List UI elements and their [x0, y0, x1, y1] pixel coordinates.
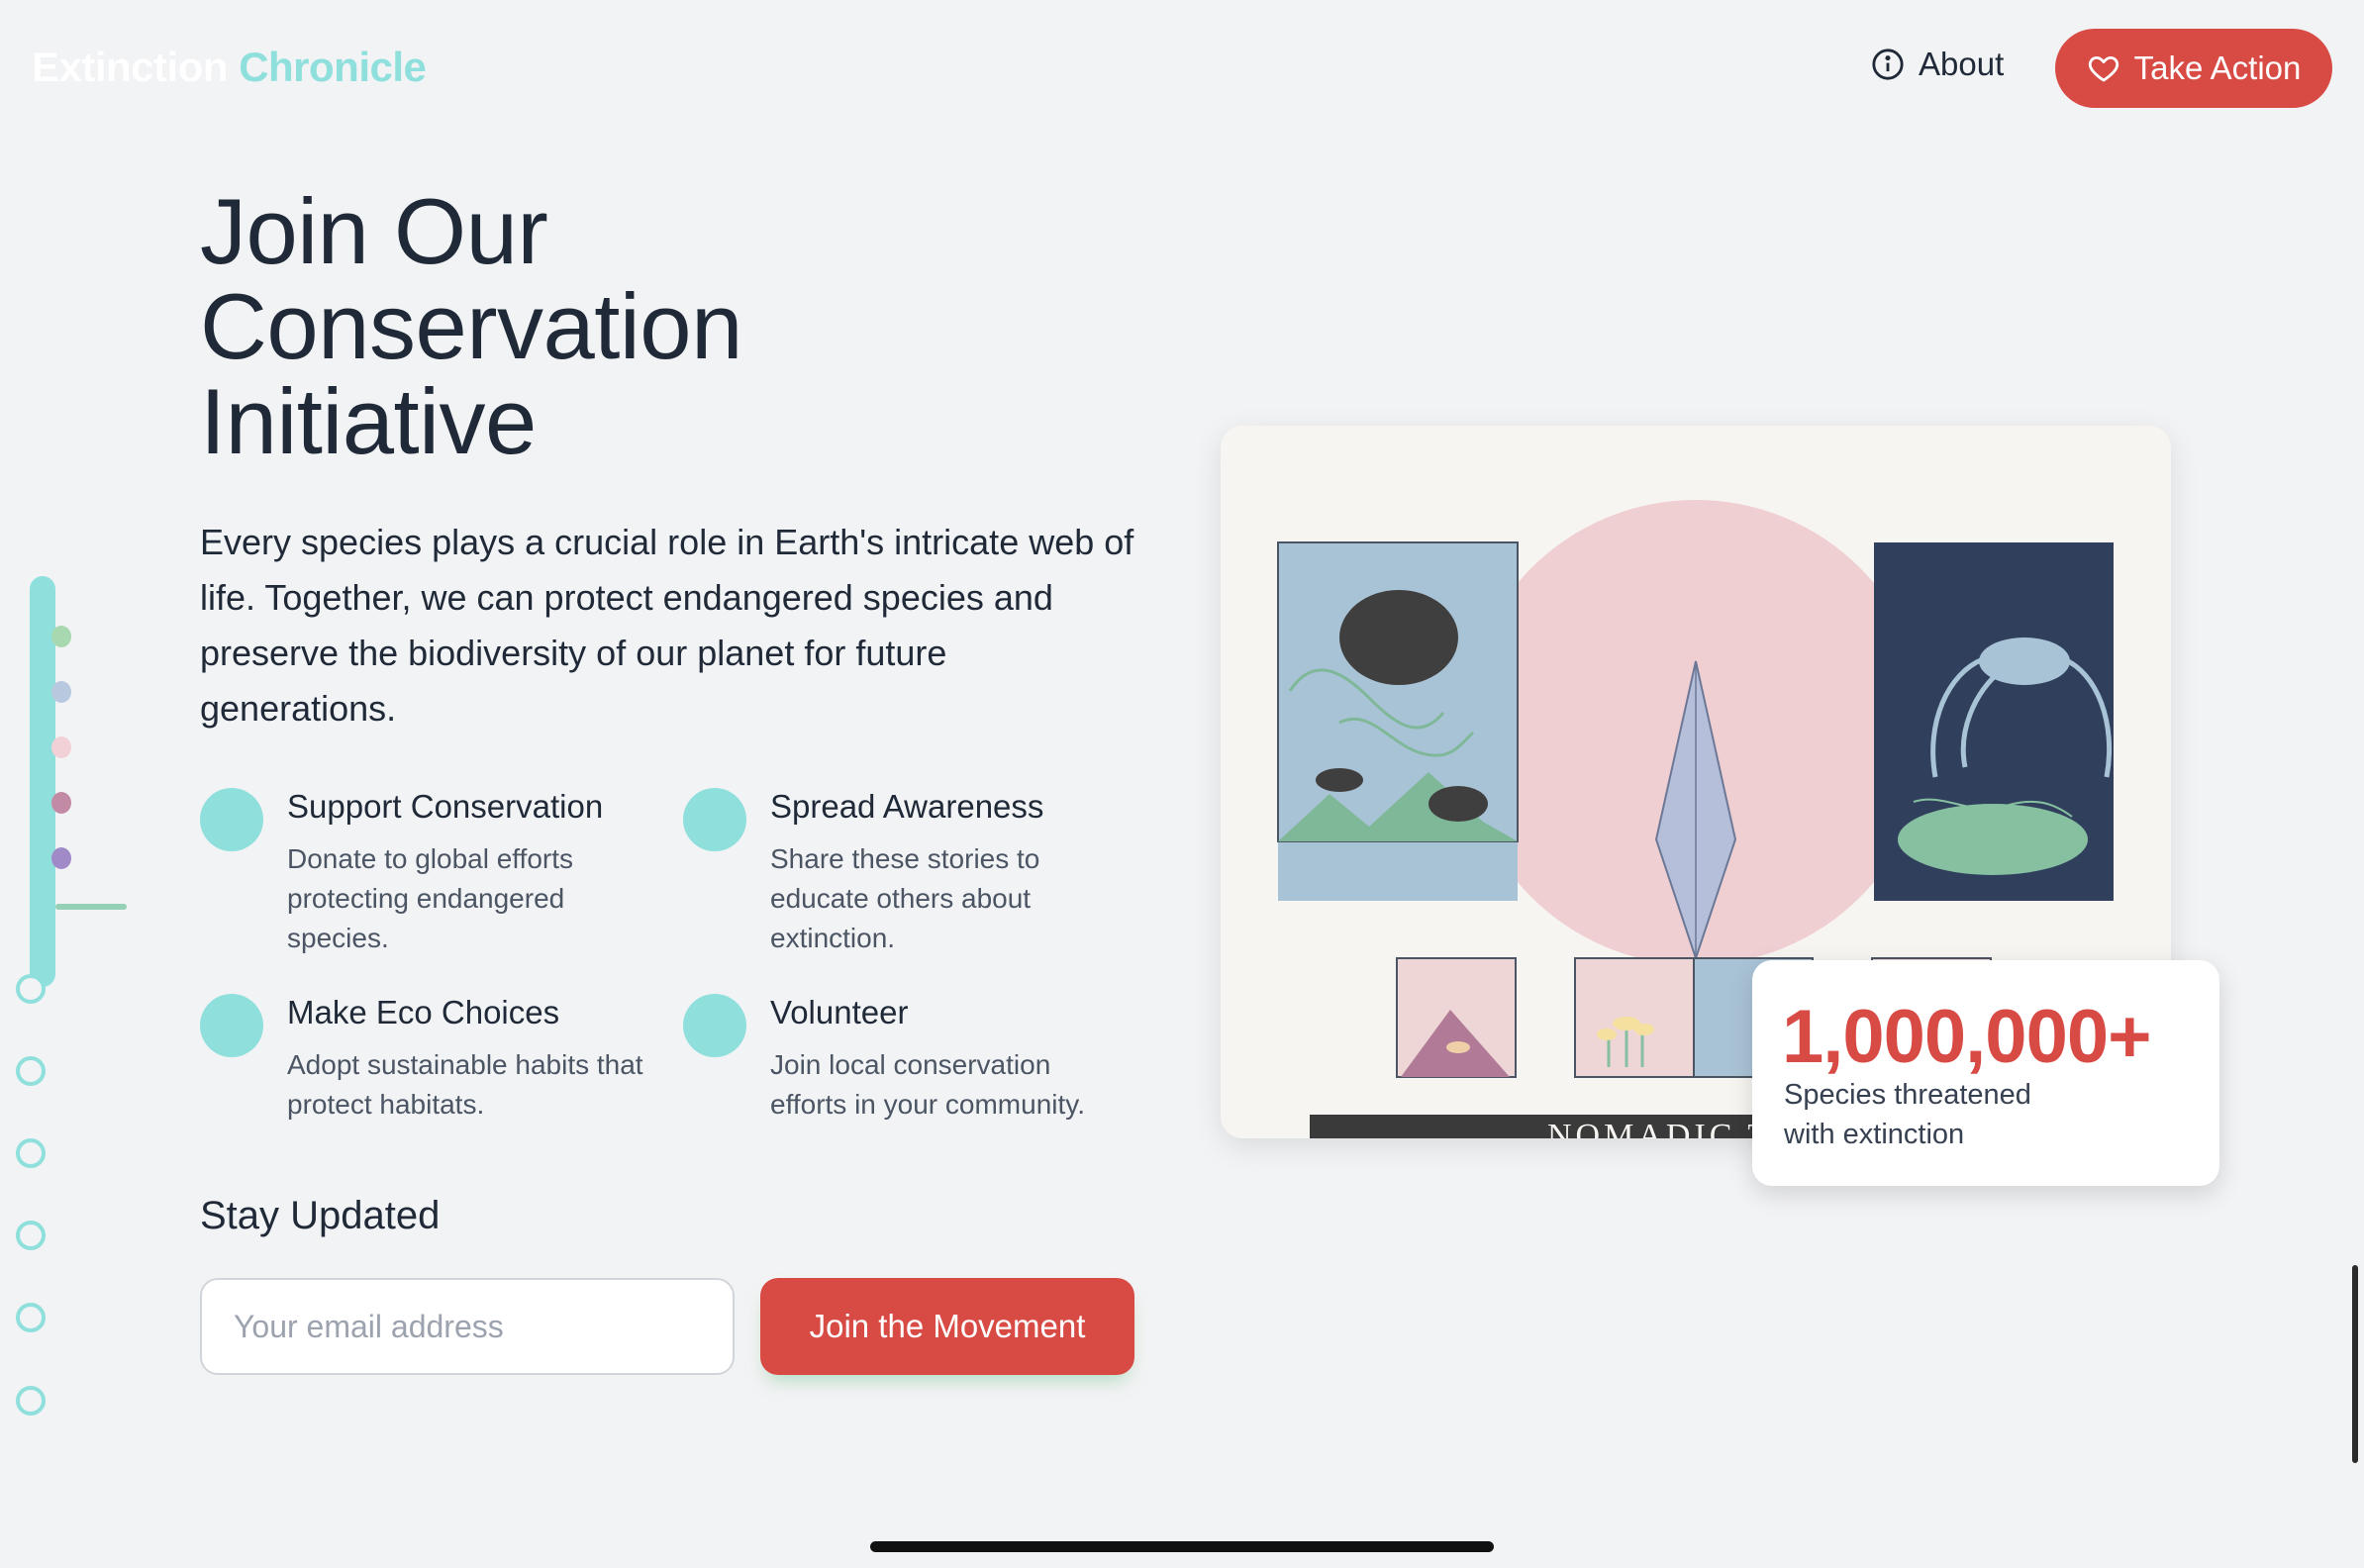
- timeline-marker: [51, 736, 71, 758]
- timeline-nav-dot[interactable]: [16, 974, 46, 1004]
- feature-title: Volunteer: [770, 994, 909, 1030]
- timeline-nav-dot[interactable]: [16, 1138, 46, 1168]
- logo-word-chronicle: Chronicle: [239, 44, 427, 90]
- stat-number: 1,000,000+: [1782, 995, 2151, 1079]
- logo[interactable]: Extinction Chronicle: [32, 44, 427, 91]
- timeline-marker: [51, 681, 71, 703]
- feature-bullet: [683, 994, 746, 1057]
- title-line: Initiative: [200, 369, 537, 473]
- stat-card: 1,000,000+ Species threatened with extin…: [1752, 960, 2219, 1186]
- timeline-nav-dot[interactable]: [16, 1303, 46, 1332]
- feature-title: Spread Awareness: [770, 788, 1044, 825]
- page-title: Join Our Conservation Initiative: [200, 184, 1091, 469]
- timeline-marker: [51, 792, 71, 814]
- timeline-nav-dot[interactable]: [16, 1386, 46, 1416]
- take-action-button[interactable]: Take Action: [2055, 29, 2332, 108]
- about-link[interactable]: About: [1871, 46, 2004, 83]
- artwork-caption: NOMADIC T: [1547, 1118, 1772, 1138]
- timeline-marker: [51, 847, 71, 869]
- join-movement-button[interactable]: Join the Movement: [760, 1278, 1134, 1375]
- logo-word-extinction: Extinction: [32, 44, 229, 90]
- feature-title: Make Eco Choices: [287, 994, 560, 1030]
- take-action-label: Take Action: [2133, 49, 2302, 86]
- feature-text: Share these stories to educate others ab…: [770, 843, 1040, 953]
- heart-icon: [2088, 55, 2118, 82]
- newsletter-heading: Stay Updated: [200, 1194, 441, 1237]
- feature-title: Support Conservation: [287, 788, 604, 825]
- feature-support-conservation: Support Conservation Donate to global ef…: [200, 788, 636, 966]
- feature-text: Join local conservation efforts in your …: [770, 1049, 1085, 1120]
- progress-tick: [55, 904, 127, 910]
- timeline-marker: [51, 626, 71, 647]
- home-indicator[interactable]: [870, 1541, 1494, 1552]
- feature-spread-awareness: Spread Awareness Share these stories to …: [683, 788, 1119, 966]
- feature-make-eco-choices: Make Eco Choices Adopt sustainable habit…: [200, 994, 643, 1132]
- feature-text: Donate to global efforts protecting enda…: [287, 843, 574, 953]
- title-line: Conservation: [200, 274, 742, 378]
- feature-bullet: [200, 994, 263, 1057]
- feature-text: Adopt sustainable habits that protect ha…: [287, 1049, 643, 1120]
- feature-bullet: [200, 788, 263, 851]
- feature-volunteer: Volunteer Join local conservation effort…: [683, 994, 1119, 1132]
- scrollbar[interactable]: [2352, 1265, 2358, 1463]
- about-label: About: [1919, 46, 2005, 82]
- hero-description: Every species plays a crucial role in Ea…: [200, 522, 1134, 729]
- feature-bullet: [683, 788, 746, 851]
- title-line: Join Our: [200, 179, 548, 283]
- timeline-nav-dot[interactable]: [16, 1056, 46, 1086]
- stat-label: Species threatened with extinction: [1784, 1079, 2031, 1150]
- info-icon: [1872, 49, 1904, 80]
- email-input[interactable]: [200, 1278, 735, 1375]
- timeline-nav-dot[interactable]: [16, 1221, 46, 1250]
